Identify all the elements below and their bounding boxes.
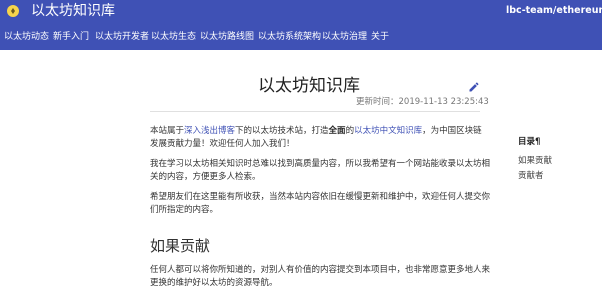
- toc-item-contributors[interactable]: 贡献者: [518, 170, 544, 182]
- intro-paragraph: 本站属于深入浅出博客下的以太坊技术站，打造全面的以太坊中文知识库，为中国区块链发…: [150, 126, 482, 149]
- nav-item-developers[interactable]: 以太坊开发者: [95, 30, 149, 44]
- nav-item-about[interactable]: 关于: [371, 30, 389, 44]
- github-repo-link[interactable]: lbc-team/ethereum_c: [506, 4, 602, 18]
- nav-item-ecosystem[interactable]: 以太坊生态: [151, 30, 196, 44]
- top-header: 以太坊知识库 lbc-team/ethereum_c 以太坊动态 新手入门 以太…: [0, 0, 602, 50]
- page-title: 以太坊知识库: [258, 76, 360, 96]
- nav-item-roadmap[interactable]: 以太坊路线图: [200, 30, 254, 44]
- toc-item-contribute[interactable]: 如果贡献: [518, 155, 552, 167]
- hope-paragraph: 希望朋友们在这里能有所收获，当然本站内容依旧在缓慢更新和维护中，欢迎任何人提交你…: [150, 192, 491, 215]
- nav-item-architecture[interactable]: 以太坊系统架构: [258, 30, 321, 44]
- nav-item-beginner[interactable]: 新手入门: [53, 30, 89, 44]
- nav-item-governance[interactable]: 以太坊治理: [322, 30, 367, 44]
- update-time: 更新时间：2019-11-13 23:25:43: [356, 97, 489, 107]
- edit-pencil-icon[interactable]: [468, 81, 480, 93]
- motivation-paragraph: 我在学习以太坊相关知识时总难以找到高质量内容，所以我希望有一个网站能收录以太坊相…: [150, 159, 491, 182]
- section-heading-contribute: 如果贡献: [150, 237, 211, 255]
- main-content: 以太坊知识库 更新时间：2019-11-13 23:25:43 本站属于深入浅出…: [0, 50, 602, 294]
- blog-link[interactable]: 深入浅出博客: [184, 126, 235, 136]
- contribute-paragraph: 任何人都可以将你所知道的，对别人有价值的内容提交到本项目中，也非常愿意更多地人来…: [150, 265, 491, 288]
- ethereum-logo-icon[interactable]: [7, 5, 19, 17]
- bold-text: 全面: [328, 126, 346, 136]
- nav-item-dynamics[interactable]: 以太坊动态: [4, 30, 49, 44]
- main-nav: 以太坊动态 新手入门 以太坊开发者 以太坊生态 以太坊路线图 以太坊系统架构 以…: [0, 30, 602, 44]
- site-title[interactable]: 以太坊知识库: [31, 2, 115, 20]
- title-divider: [150, 111, 480, 112]
- knowledge-base-link[interactable]: 以太坊中文知识库: [354, 126, 422, 136]
- toc-title: 目录¶: [518, 137, 541, 147]
